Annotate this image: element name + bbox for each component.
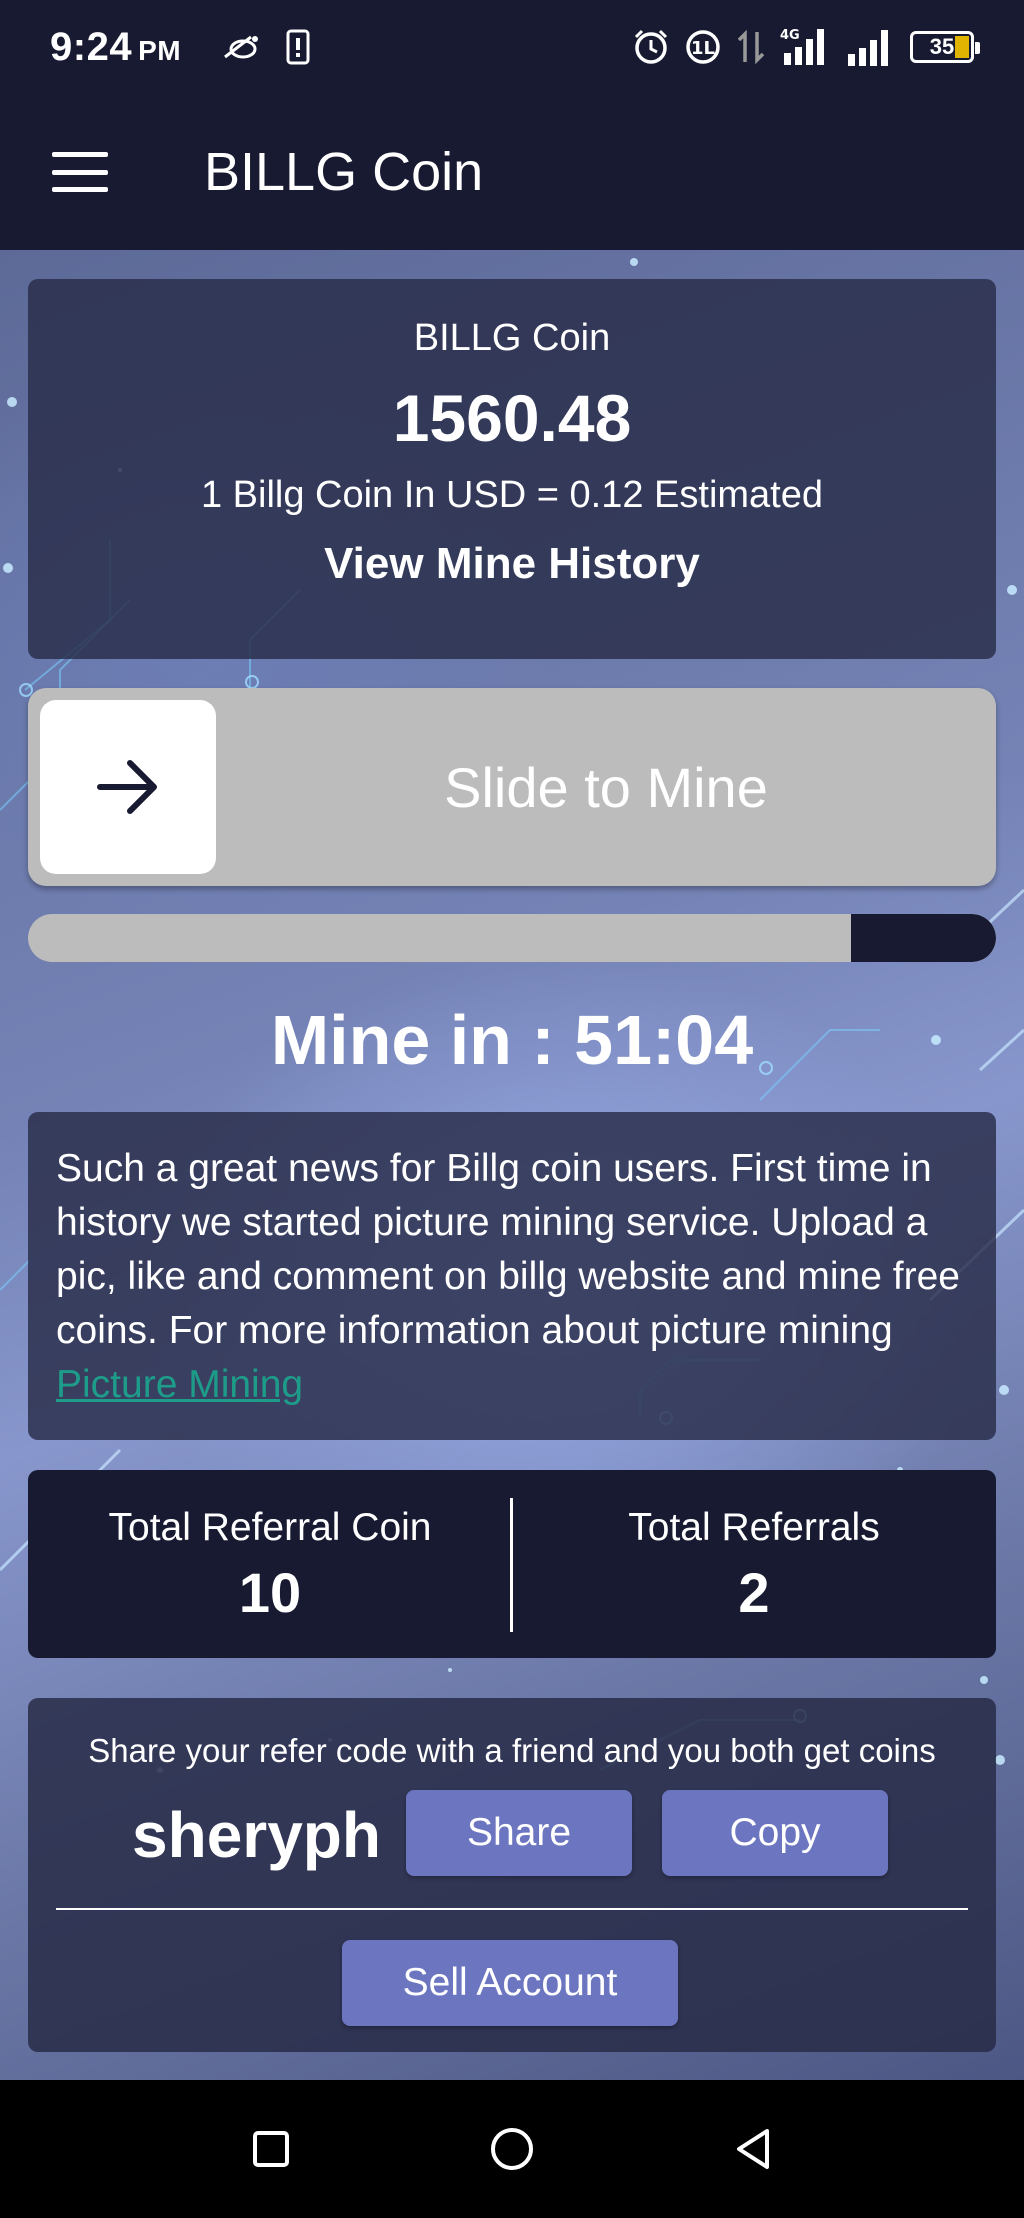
status-time-value: 9:24 <box>50 24 133 69</box>
share-button[interactable]: Share <box>406 1790 632 1876</box>
battery-level: 35 <box>929 34 955 59</box>
sell-account-button[interactable]: Sell Account <box>342 1940 678 2026</box>
data-saver-icon: 1L <box>686 30 720 64</box>
share-instructions: Share your refer code with a friend and … <box>88 1732 936 1769</box>
app-title: BILLG Coin <box>204 142 484 202</box>
view-mine-history-link[interactable]: View Mine History <box>28 539 996 589</box>
home-button[interactable] <box>482 2119 542 2179</box>
status-time: 9:24 PM <box>50 25 181 70</box>
system-nav-bar <box>0 2080 1024 2218</box>
slider-handle[interactable] <box>40 700 216 874</box>
usd-rate-text: 1 Billg Coin In USD = 0.12 Estimated <box>200 474 824 516</box>
coin-balance: 1560.48 <box>392 381 632 455</box>
status-bar: 9:24 PM 1L 4G 35 <box>0 0 1024 94</box>
app-bar: BILLG Coin <box>0 94 1024 250</box>
referral-count-value: 2 <box>738 1561 770 1624</box>
referral-count-stat: Total Referrals 2 <box>512 1470 996 1658</box>
slide-to-mine-label: Slide to Mine <box>444 755 768 819</box>
signal-icon <box>848 30 888 66</box>
triangle-back-icon <box>737 2129 770 2169</box>
share-divider <box>56 1908 968 1910</box>
hamburger-menu-icon[interactable] <box>52 152 108 192</box>
referral-stats-card: Total Referral Coin 10 Total Referrals 2 <box>28 1470 996 1658</box>
slide-to-mine-slider[interactable]: Slide to Mine <box>28 688 996 886</box>
notification-app-icon <box>224 35 259 59</box>
refer-code-row: sheryph Share Copy <box>28 1790 996 1876</box>
stats-divider <box>510 1498 513 1632</box>
mining-progress-bar <box>28 914 996 962</box>
phone-vibrate-icon <box>286 29 310 65</box>
referral-coin-label: Total Referral Coin <box>108 1506 432 1549</box>
circle-icon <box>490 2128 533 2170</box>
alarm-icon <box>634 29 668 64</box>
signal-4g-icon: 4G <box>780 28 824 65</box>
picture-mining-link[interactable]: Picture Mining <box>56 1363 303 1406</box>
copy-button[interactable]: Copy <box>662 1790 888 1876</box>
referral-count-label: Total Referrals <box>628 1506 880 1549</box>
data-transfer-icon <box>737 29 765 65</box>
refer-code: sheryph <box>132 1799 381 1871</box>
referral-coin-stat: Total Referral Coin 10 <box>28 1470 512 1658</box>
balance-card: BILLG Coin 1560.48 1 Billg Coin In USD =… <box>28 279 996 659</box>
share-card: Share your refer code with a friend and … <box>28 1698 996 2052</box>
network-type: 4G <box>780 28 800 43</box>
back-button[interactable] <box>723 2119 783 2179</box>
arrow-right-icon <box>97 760 157 814</box>
battery-icon: 35 <box>910 31 980 63</box>
referral-coin-value: 10 <box>238 1561 302 1624</box>
svg-text:1L: 1L <box>691 38 715 59</box>
coin-label: BILLG Coin <box>413 317 611 359</box>
status-ampm: PM <box>138 34 182 66</box>
news-text: Such a great news for Billg coin users. … <box>56 1147 960 1352</box>
mining-progress-remaining <box>850 914 996 962</box>
recents-button[interactable] <box>241 2119 301 2179</box>
square-icon <box>252 2131 289 2167</box>
mine-countdown: Mine in : 51:04 <box>270 1001 754 1079</box>
news-card: Such a great news for Billg coin users. … <box>28 1112 996 1440</box>
